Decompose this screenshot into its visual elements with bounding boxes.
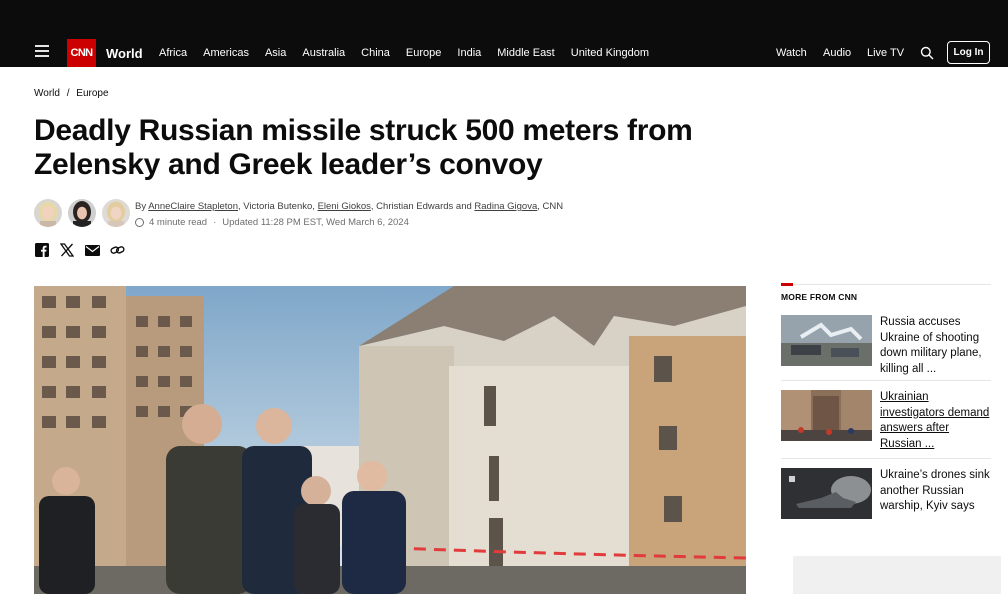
author-link[interactable]: Radina Gigova bbox=[474, 201, 537, 212]
avatar[interactable] bbox=[68, 199, 96, 227]
audio-link[interactable]: Audio bbox=[823, 47, 851, 59]
article-headline: Deadly Russian missile struck 500 meters… bbox=[34, 114, 693, 181]
nav-item-americas[interactable]: Americas bbox=[203, 47, 249, 59]
email-icon[interactable] bbox=[84, 242, 100, 258]
byline-text: , Christian Edwards and bbox=[370, 201, 475, 212]
list-item[interactable]: Ukraine’s drones sink another Russian wa… bbox=[781, 468, 991, 524]
clock-icon bbox=[135, 218, 144, 227]
ad-placeholder bbox=[793, 556, 1001, 594]
byline-text: , Victoria Butenko, bbox=[238, 201, 318, 212]
avatar[interactable] bbox=[34, 199, 62, 227]
headline-link[interactable]: Russia accuses Ukraine of shooting down … bbox=[880, 315, 992, 377]
nav-item-india[interactable]: India bbox=[457, 47, 481, 59]
breadcrumb: World / Europe bbox=[34, 88, 113, 99]
section-rule bbox=[781, 283, 991, 286]
section-title[interactable]: World bbox=[106, 46, 143, 61]
thumbnail[interactable] bbox=[781, 315, 872, 366]
watch-link[interactable]: Watch bbox=[776, 47, 807, 59]
nav-item-asia[interactable]: Asia bbox=[265, 47, 286, 59]
search-icon[interactable] bbox=[920, 46, 934, 60]
x-icon[interactable] bbox=[59, 242, 75, 258]
nav-item-europe[interactable]: Europe bbox=[406, 47, 441, 59]
headline-link[interactable]: Ukrainian investigators demand answers a… bbox=[880, 390, 992, 452]
nav-item-middle-east[interactable]: Middle East bbox=[497, 47, 554, 59]
live-tv-link[interactable]: Live TV bbox=[867, 47, 904, 59]
author-avatars bbox=[34, 199, 136, 227]
list-item[interactable]: Ukrainian investigators demand answers a… bbox=[781, 390, 991, 450]
breadcrumb-separator: / bbox=[66, 88, 70, 99]
nav-links: Africa Americas Asia Australia China Eur… bbox=[159, 47, 665, 59]
main-nav: CNN World Africa Americas Asia Australia… bbox=[0, 38, 1008, 67]
avatar[interactable] bbox=[102, 199, 130, 227]
updated-timestamp: Updated 11:28 PM EST, Wed March 6, 2024 bbox=[222, 217, 409, 228]
list-item[interactable]: Russia accuses Ukraine of shooting down … bbox=[781, 315, 991, 375]
link-icon[interactable] bbox=[109, 242, 125, 258]
more-from-title: MORE FROM CNN bbox=[781, 292, 858, 302]
nav-item-africa[interactable]: Africa bbox=[159, 47, 187, 59]
nav-item-united-kingdom[interactable]: United Kingdom bbox=[571, 47, 649, 59]
author-link[interactable]: AnneClaire Stapleton bbox=[148, 201, 238, 212]
thumbnail[interactable] bbox=[781, 390, 872, 441]
breadcrumb-world[interactable]: World bbox=[34, 88, 60, 99]
divider bbox=[781, 380, 991, 381]
byline-prefix: By bbox=[135, 201, 149, 212]
login-button[interactable]: Log In bbox=[947, 41, 990, 64]
author-link[interactable]: Eleni Giokos bbox=[318, 201, 371, 212]
facebook-icon[interactable] bbox=[34, 242, 50, 258]
nav-item-china[interactable]: China bbox=[361, 47, 390, 59]
byline: By AnneClaire Stapleton, Victoria Butenk… bbox=[135, 201, 563, 212]
breadcrumb-europe[interactable]: Europe bbox=[76, 88, 108, 99]
article-meta: 4 minute read · Updated 11:28 PM EST, We… bbox=[135, 217, 409, 228]
share-bar bbox=[34, 242, 134, 258]
thumbnail[interactable] bbox=[781, 468, 872, 519]
cnn-logo[interactable]: CNN bbox=[67, 39, 96, 67]
byline-text: , CNN bbox=[537, 201, 564, 212]
divider bbox=[781, 458, 991, 459]
nav-item-australia[interactable]: Australia bbox=[302, 47, 345, 59]
headline-link[interactable]: Ukraine’s drones sink another Russian wa… bbox=[880, 468, 992, 515]
menu-icon[interactable] bbox=[35, 45, 49, 57]
meta-separator: · bbox=[213, 217, 217, 228]
read-time: 4 minute read bbox=[149, 217, 208, 228]
hero-image[interactable] bbox=[34, 286, 746, 594]
